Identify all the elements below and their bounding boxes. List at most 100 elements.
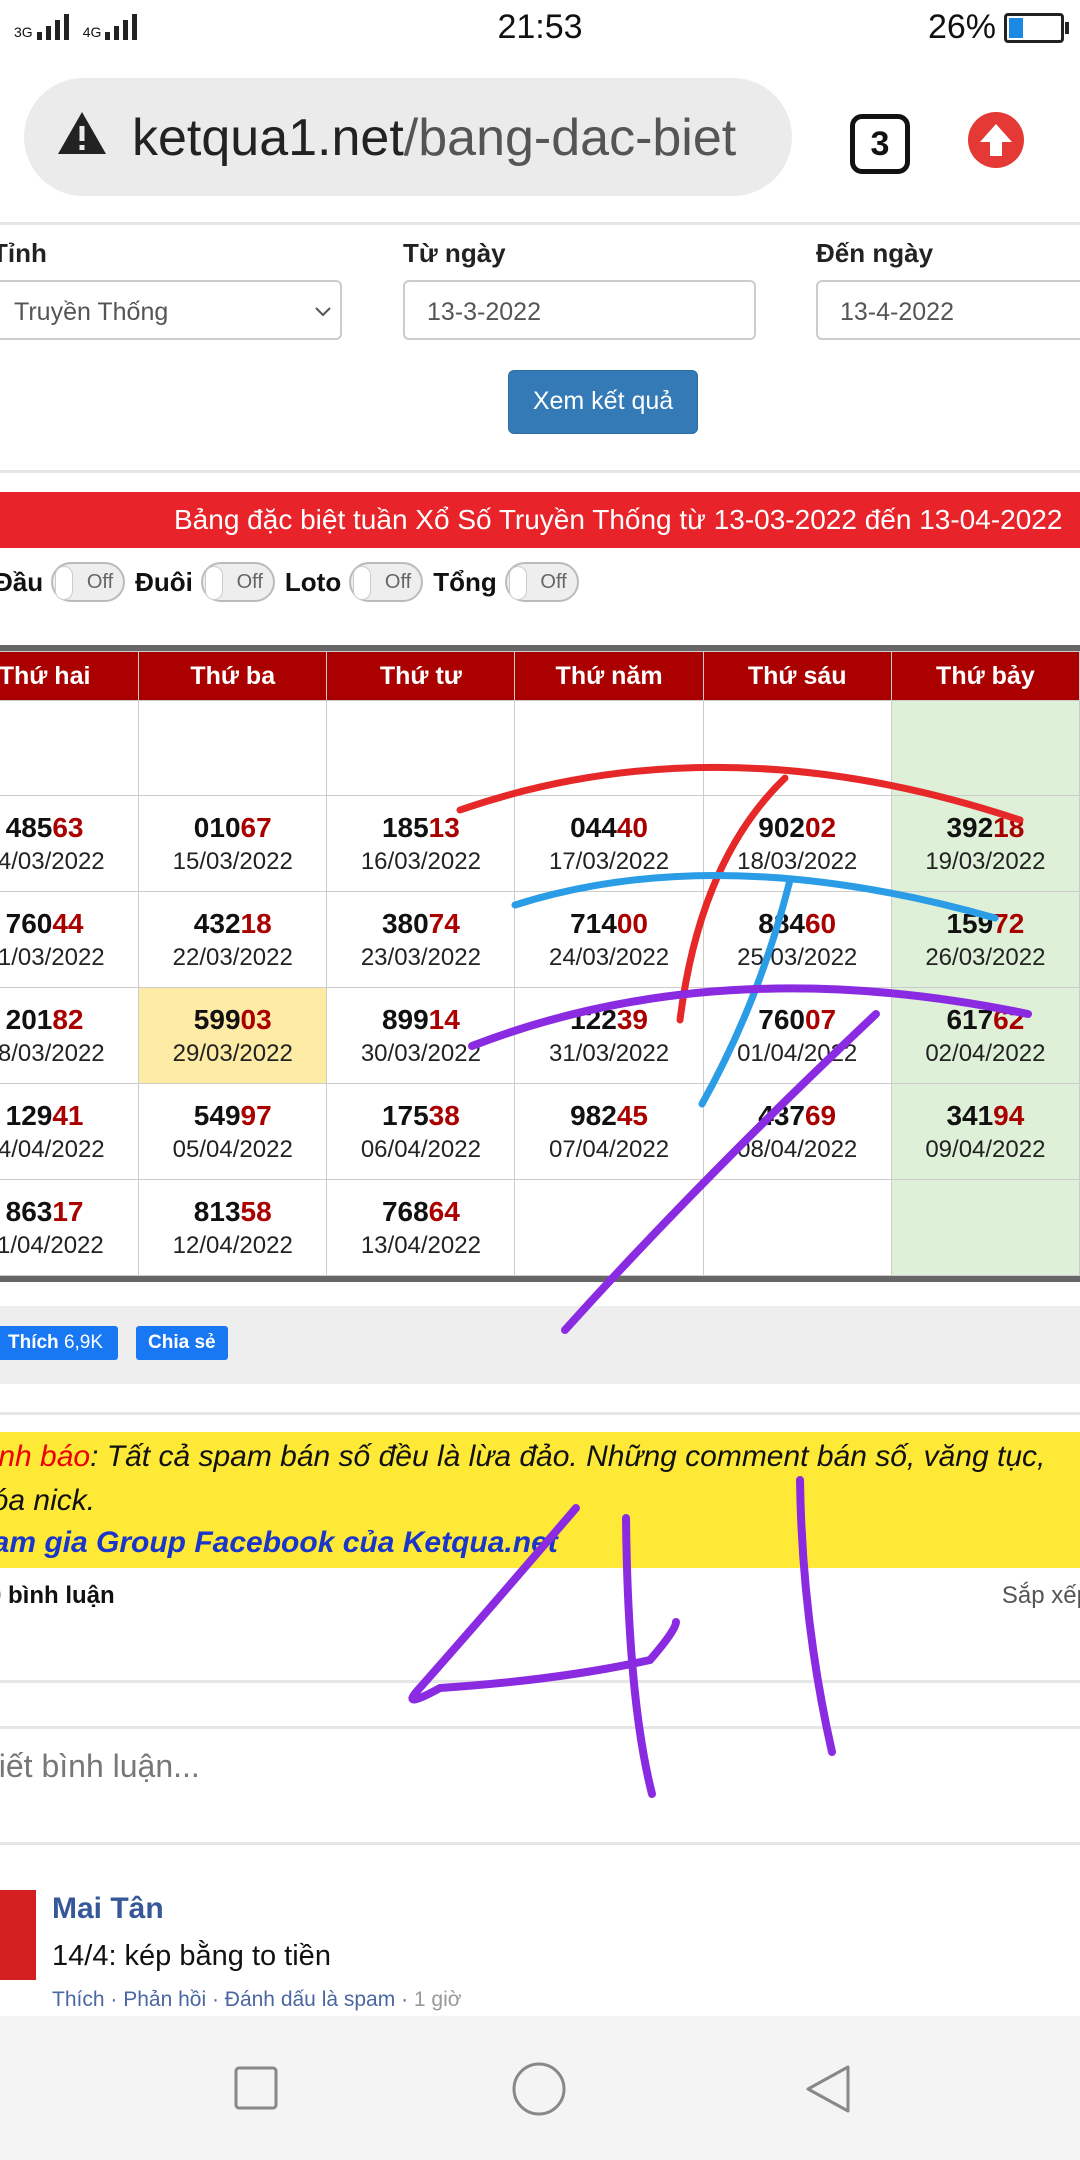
- table-cell: 71400 24/03/2022: [514, 891, 704, 988]
- result-number-head: 768: [381, 1195, 429, 1227]
- from-date-input[interactable]: 13-3-2022: [403, 280, 756, 340]
- social-bar: Thích 6,9K Chia sẻ: [0, 1306, 1080, 1384]
- facebook-group-link[interactable]: Tham gia Group Facebook của Ketqua.net: [0, 1526, 558, 1560]
- toggle-label-tong: Tổng: [433, 566, 497, 597]
- toggle-loto[interactable]: Off: [349, 562, 424, 602]
- comment-spam-link[interactable]: Đánh dấu là spam: [225, 1988, 395, 2011]
- battery-percent: 26%: [927, 8, 996, 46]
- table-cell: 43769 08/04/2022: [702, 1083, 892, 1180]
- result-number: 04440: [570, 812, 648, 843]
- toggle-dau[interactable]: Off: [51, 562, 126, 602]
- table-header-0: Thứ hai: [0, 651, 140, 701]
- recents-icon[interactable]: [234, 2066, 278, 2110]
- result-date: 28/03/2022: [0, 1039, 105, 1067]
- result-number-tail: 18: [993, 811, 1025, 843]
- result-number-head: 714: [570, 907, 617, 939]
- table-row: 20182 28/03/2022 59903 29/03/2022 89914 30/03…: [0, 987, 1080, 1084]
- table-row: 12941 04/04/2022 54997 05/04/2022 17538 06/04…: [0, 1083, 1080, 1180]
- result-number-tail: 94: [993, 1099, 1025, 1131]
- result-number-tail: 74: [428, 907, 460, 939]
- upload-button[interactable]: [968, 112, 1024, 168]
- result-number: 54997: [194, 1100, 272, 1131]
- result-number-head: 599: [193, 1003, 241, 1035]
- url-text[interactable]: ketqua1.net/bang-dac-biet: [132, 108, 782, 168]
- result-number: 81358: [194, 1196, 272, 1227]
- sort-dropdown[interactable]: Sắp xếp: [1002, 1582, 1080, 1610]
- result-date: 19/03/2022: [925, 847, 1046, 875]
- warning-line-1: : Tất cả spam bán số đều là lừa đảo. Nhữ…: [90, 1440, 1046, 1473]
- home-icon[interactable]: [512, 2062, 566, 2116]
- comment-text: 14/4: kép bằng to tiền: [52, 1940, 331, 1972]
- result-date: 18/03/2022: [737, 847, 858, 875]
- result-date: 22/03/2022: [172, 943, 293, 971]
- table-cell: [702, 1179, 892, 1276]
- toggle-tong[interactable]: Off: [504, 562, 579, 602]
- result-number-tail: 60: [804, 907, 837, 939]
- result-number-tail: 44: [52, 907, 84, 939]
- result-date: 24/03/2022: [548, 943, 670, 971]
- warning-prefix: Cảnh báo: [0, 1440, 91, 1473]
- result-date: 12/04/2022: [172, 1231, 293, 1259]
- result-number-head: 902: [758, 811, 805, 843]
- result-date: 06/04/2022: [360, 1135, 481, 1163]
- warning-line-2: khóa nick.: [0, 1484, 96, 1517]
- result-date: 04/04/2022: [0, 1135, 105, 1163]
- table-cell: [514, 1179, 704, 1276]
- comment-input[interactable]: Viết bình luận...: [0, 1748, 200, 1785]
- back-icon[interactable]: [804, 2064, 854, 2114]
- table-cell: 34194 09/04/2022: [890, 1083, 1080, 1180]
- result-number: 15972: [946, 908, 1024, 939]
- table-cell: [890, 1179, 1080, 1276]
- like-button[interactable]: Thích 6,9K: [0, 1326, 118, 1360]
- share-button[interactable]: Chia sẻ: [136, 1326, 228, 1360]
- comment-like-link[interactable]: Thích: [52, 1988, 105, 2011]
- table-cell: [0, 700, 140, 796]
- result-number-tail: 69: [804, 1099, 837, 1131]
- result-number: 98245: [570, 1100, 648, 1131]
- like-count: 6,9K: [63, 1332, 104, 1353]
- avatar[interactable]: [0, 1890, 36, 1980]
- divider: [0, 1412, 1080, 1415]
- result-number-head: 122: [570, 1003, 617, 1035]
- arrow-up-icon: [980, 124, 1012, 156]
- table-cell: 76044 21/03/2022: [0, 891, 140, 988]
- result-number: 43769: [758, 1100, 836, 1131]
- result-date: 31/03/2022: [548, 1039, 670, 1067]
- result-number-head: 201: [5, 1003, 53, 1035]
- table-cell: [890, 700, 1080, 796]
- result-number-head: 341: [946, 1099, 994, 1131]
- result-number: 89914: [382, 1004, 460, 1035]
- result-number-tail: 64: [428, 1195, 460, 1227]
- result-number-tail: 13: [428, 811, 460, 843]
- comment-reply-link[interactable]: Phản hồi: [123, 1988, 206, 2011]
- table-cell: 54997 05/04/2022: [138, 1083, 328, 1180]
- like-label: Thích: [8, 1332, 59, 1353]
- table-cell: 76864 13/04/2022: [326, 1179, 516, 1276]
- province-select[interactable]: Truyền Thống: [0, 280, 342, 340]
- result-number-tail: 02: [804, 811, 837, 843]
- table-header-5: Thứ bảy: [890, 651, 1080, 701]
- result-number: 43218: [194, 908, 272, 939]
- result-date: 21/03/2022: [0, 943, 105, 971]
- result-date: 09/04/2022: [925, 1135, 1046, 1163]
- to-date-input[interactable]: 13-4-2022: [816, 280, 1080, 340]
- result-date: 25/03/2022: [737, 943, 858, 971]
- result-date: 30/03/2022: [360, 1039, 481, 1067]
- commenter-name[interactable]: Mai Tân: [52, 1892, 164, 1926]
- table-cell: 61762 02/04/2022: [890, 987, 1080, 1084]
- toggle-label-dau: Đầu: [0, 566, 44, 597]
- result-number: 76044: [6, 908, 84, 939]
- tab-count-button[interactable]: 3: [850, 114, 910, 174]
- result-number: 34194: [946, 1100, 1024, 1131]
- result-number: 61762: [946, 1004, 1024, 1035]
- result-number: 39218: [946, 812, 1024, 843]
- toggle-duoi[interactable]: Off: [200, 562, 275, 602]
- battery-indicator: 26%: [927, 8, 1069, 47]
- view-results-button[interactable]: Xem kết quả: [508, 370, 698, 434]
- table-cell: 01067 15/03/2022: [138, 795, 328, 892]
- table-cell: 48563 14/03/2022: [0, 795, 140, 892]
- result-number-head: 899: [381, 1003, 429, 1035]
- address-bar[interactable]: ketqua1.net/bang-dac-biet: [24, 78, 792, 196]
- result-number-tail: 03: [240, 1003, 272, 1035]
- comment-actions: Thích · Phản hồi · Đánh dấu là spam · 1 …: [52, 1988, 462, 2011]
